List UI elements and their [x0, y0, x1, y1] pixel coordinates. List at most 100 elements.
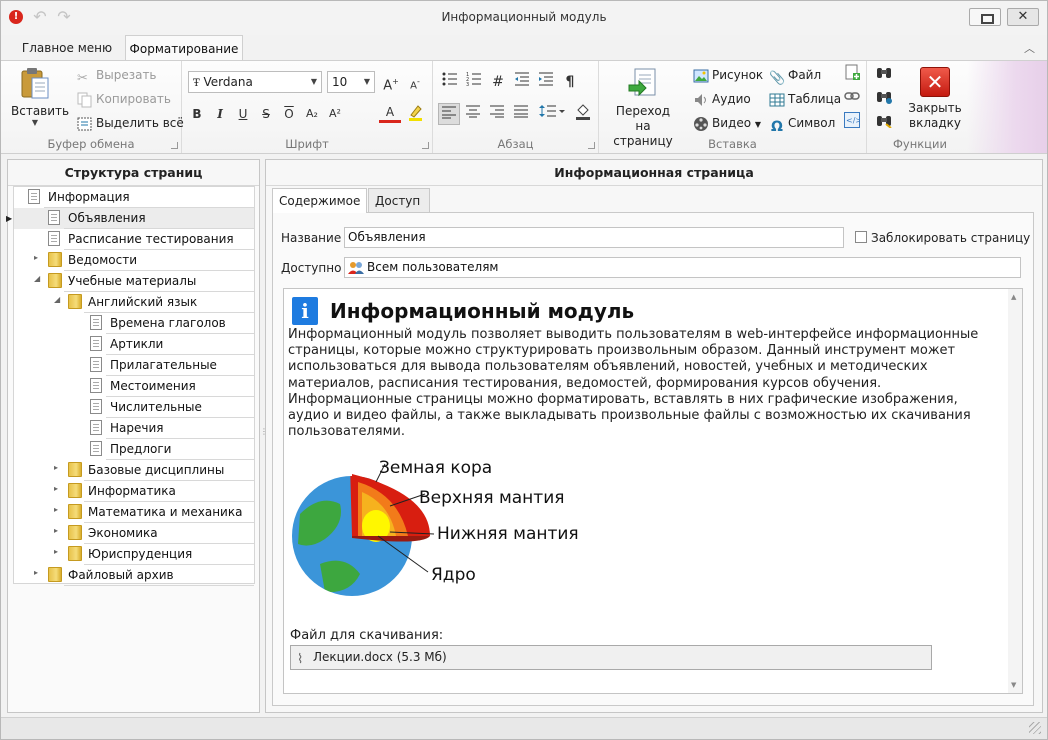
bullet-list-button[interactable] [439, 71, 461, 93]
tree-item[interactable]: Предлоги [14, 439, 254, 460]
tab-formatting[interactable]: Форматирование [125, 35, 243, 61]
paragraph-caption: Абзац [497, 137, 534, 151]
copy-button[interactable]: Копировать [77, 88, 171, 110]
replace-button[interactable] [873, 112, 895, 134]
find-button[interactable] [873, 64, 895, 86]
expand-arrow-icon[interactable]: ▸ [54, 484, 58, 493]
shrink-font-button[interactable]: A- [404, 71, 426, 93]
tree-item[interactable]: ◢ Учебные материалы [14, 271, 254, 292]
font-size-select[interactable]: 10 ▼ [327, 71, 375, 93]
find-next-button[interactable] [873, 88, 895, 110]
multilevel-list-icon[interactable]: # [487, 71, 509, 93]
font-family-select[interactable]: Ŧ Verdana ▼ [188, 71, 322, 93]
align-center-button[interactable] [462, 103, 484, 125]
insert-table-button[interactable]: Таблица [769, 88, 841, 110]
overline-button[interactable]: O [278, 103, 300, 125]
tree-item-label: Времена глаголов [110, 316, 226, 330]
restore-window-button[interactable] [969, 8, 1001, 26]
font-color-button[interactable]: A [379, 103, 401, 123]
tree-item[interactable]: Числительные [14, 397, 254, 418]
numbered-list-button[interactable]: 123 [463, 71, 485, 93]
tab-main-menu[interactable]: Главное меню [13, 35, 121, 61]
grow-font-button[interactable]: A+ [380, 71, 402, 93]
insert-audio-label: Аудио [712, 92, 751, 106]
tree-item[interactable]: Времена глаголов [14, 313, 254, 334]
insert-image-button[interactable]: Рисунок [693, 64, 763, 86]
paragraph-launcher-icon[interactable] [588, 142, 595, 149]
truetype-icon: Ŧ [193, 78, 200, 89]
tree-item[interactable]: Информация [14, 187, 254, 208]
tab-content[interactable]: Содержимое [272, 188, 367, 213]
superscript-button[interactable]: A² [324, 103, 346, 125]
highlight-button[interactable] [404, 103, 426, 125]
expand-arrow-icon[interactable]: ▸ [34, 568, 38, 577]
tree-item[interactable]: ▸ Математика и механика [14, 502, 254, 523]
tree-item[interactable]: ▸ Экономика [14, 523, 254, 544]
cut-button[interactable]: ✂ Вырезать [77, 64, 157, 86]
access-input[interactable]: Всем пользователям [344, 257, 1021, 278]
insert-audio-button[interactable]: Аудио [693, 88, 751, 110]
close-window-button[interactable]: ✕ [1007, 8, 1039, 26]
expand-arrow-icon[interactable]: ▸ [54, 547, 58, 556]
tree-item[interactable]: Артикли [14, 334, 254, 355]
close-tab-button[interactable]: ✕ Закрыть вкладку [905, 67, 965, 131]
align-right-button[interactable] [486, 103, 508, 125]
pilcrow-button[interactable]: ¶ [559, 71, 581, 93]
tree-item[interactable]: ▸ Информатика [14, 481, 254, 502]
scroll-down-icon[interactable]: ▼ [1011, 681, 1016, 689]
tab-access[interactable]: Доступ [368, 188, 430, 212]
tree-item[interactable]: Объявления ▶ [6, 208, 254, 229]
strikethrough-button[interactable]: S [255, 103, 277, 125]
tree-item[interactable]: ▸ Базовые дисциплины [14, 460, 254, 481]
underline-button[interactable]: U [232, 103, 254, 125]
insert-html-button[interactable]: </> [841, 112, 863, 134]
font-launcher-icon[interactable] [422, 142, 429, 149]
expand-arrow-icon[interactable]: ▸ [34, 253, 38, 262]
shading-button[interactable] [572, 103, 594, 125]
insert-link-button[interactable] [841, 88, 863, 110]
download-file-link[interactable]: ⌇ Лекции.docx (5.3 Мб) [290, 645, 932, 670]
collapse-arrow-icon[interactable]: ◢ [54, 295, 60, 304]
tree-item[interactable]: Расписание тестирования [14, 229, 254, 250]
expand-arrow-icon[interactable]: ▸ [54, 505, 58, 514]
subscript-button[interactable]: A₂ [301, 103, 323, 125]
lock-page-checkbox[interactable] [855, 231, 867, 243]
page-editor[interactable]: i Информационный модуль Информационный м… [283, 288, 1023, 694]
insert-file-button[interactable]: 📎 Файл [769, 64, 821, 86]
expand-arrow-icon[interactable]: ▸ [54, 463, 58, 472]
increase-indent-button[interactable] [535, 71, 557, 93]
tree-item[interactable]: ◢ Английский язык [14, 292, 254, 313]
folder-icon [68, 294, 82, 309]
tree-item[interactable]: Местоимения [14, 376, 254, 397]
tree-item[interactable]: ▸ Юриспруденция [14, 544, 254, 565]
align-justify-button[interactable] [510, 103, 532, 125]
insert-symbol-button[interactable]: Ω Символ [769, 112, 835, 135]
image-icon [693, 68, 709, 84]
scroll-up-icon[interactable]: ▲ [1011, 293, 1016, 301]
italic-button[interactable]: I [209, 103, 231, 125]
tree-item[interactable]: Прилагательные [14, 355, 254, 376]
name-label: Название [281, 231, 342, 245]
tree-item[interactable]: Наречия [14, 418, 254, 439]
paste-button[interactable]: Вставить ▼ [11, 67, 69, 137]
tree-item-label: Объявления [68, 211, 146, 225]
decrease-indent-button[interactable] [511, 71, 533, 93]
document-icon [90, 378, 102, 393]
resize-grip-icon[interactable] [1029, 722, 1041, 734]
panel-splitter-handle[interactable]: ⋮ [260, 427, 268, 437]
editor-scrollbar[interactable]: ▲ ▼ [1008, 289, 1022, 693]
collapse-ribbon-icon[interactable]: ︿ [1024, 40, 1035, 56]
clipboard-launcher-icon[interactable] [171, 142, 178, 149]
tree-item[interactable]: ▸ Файловый архив [14, 565, 254, 586]
line-spacing-button[interactable] [535, 103, 569, 125]
new-page-button[interactable] [841, 64, 863, 86]
collapse-arrow-icon[interactable]: ◢ [34, 274, 40, 283]
name-input[interactable]: Объявления [344, 227, 844, 248]
expand-arrow-icon[interactable]: ▸ [54, 526, 58, 535]
align-left-button[interactable] [438, 103, 460, 125]
bold-button[interactable]: B [186, 103, 208, 125]
select-all-button[interactable]: Выделить всё [77, 112, 184, 134]
tree-item[interactable]: ▸ Ведомости [14, 250, 254, 271]
insert-video-button[interactable]: Видео ▼ [693, 112, 761, 134]
ribbon-tabs: Главное меню Форматирование ︿ [1, 35, 1047, 61]
